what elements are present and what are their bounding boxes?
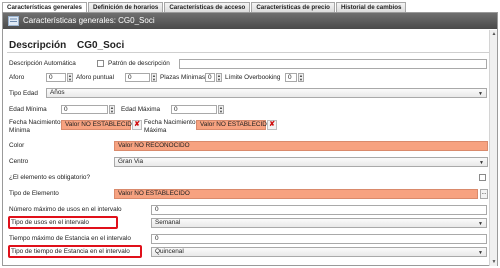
numero-maximo-usos-input[interactable]: 0 [151, 205, 487, 215]
fecha-nacimiento-minima-field[interactable]: Valor NO ESTABLECIDO [61, 120, 137, 130]
edad-maxima-spinner[interactable]: ▲ ▼ [218, 105, 224, 114]
edad-minima-input[interactable]: 0 [61, 105, 108, 114]
tipo-tiempo-value: Quincenal [155, 248, 184, 255]
plazas-minimas-label: Plazas Mínimas [160, 74, 206, 81]
fecha-nacimiento-minima-label: Fecha Nacimiento Mínima [9, 119, 61, 134]
obligatorio-label: ¿El elemento es obligatorio? [9, 174, 90, 181]
tipo-usos-label: Tipo de usos en el intervalo [11, 219, 89, 226]
tab-caracteristicas-acceso[interactable]: Características de acceso [164, 2, 251, 12]
tiempo-maximo-estancia-label: Tiempo máximo de Estancia en el interval… [9, 235, 131, 242]
panel-header: Características generales: CG0_Soci [3, 13, 497, 29]
fecha-nacimiento-maxima-field[interactable]: Valor NO ESTABLECIDO [196, 120, 272, 130]
tipo-elemento-field[interactable]: Valor NO ESTABLECIDO [114, 189, 478, 199]
aforo-puntual-label: Aforo puntual [76, 74, 115, 81]
aforo-label: Aforo [9, 74, 25, 81]
tipo-tiempo-label: Tipo de tiempo de Estancia en el interva… [11, 248, 130, 255]
chevron-down-icon: ▼ [479, 160, 484, 166]
description-value[interactable]: CG0_Soci [77, 40, 124, 51]
edad-minima-spinner[interactable]: ▲ ▼ [109, 105, 115, 114]
scroll-up-icon[interactable]: ▲ [491, 31, 497, 37]
color-label: Color [9, 142, 25, 149]
aforo-puntual-input[interactable]: 0 [125, 73, 150, 82]
browse-button[interactable]: ... [480, 189, 488, 199]
description-label: Descripción [9, 40, 67, 51]
panel-title: Características generales: CG0_Soci [23, 16, 155, 25]
edad-maxima-label: Edad Máxima [121, 106, 161, 113]
obligatorio-checkbox[interactable] [479, 174, 486, 181]
chevron-down-icon: ▼ [478, 221, 483, 227]
numero-maximo-usos-label: Número máximo de usos en el intervalo [9, 206, 122, 213]
chevron-down-icon: ▼ [478, 250, 483, 256]
clear-icon[interactable]: ✘ [267, 120, 277, 130]
aforo-input[interactable]: 0 [46, 73, 66, 82]
aforo-spinner[interactable]: ▲ ▼ [67, 73, 73, 82]
auto-description-label: Descripción Automática [9, 60, 76, 67]
clear-icon[interactable]: ✘ [132, 120, 142, 130]
tiempo-maximo-estancia-input[interactable]: 0 [151, 234, 487, 244]
edad-maxima-input[interactable]: 0 [171, 105, 217, 114]
chevron-down-icon: ▼ [478, 91, 483, 97]
tipo-edad-select[interactable]: Años ▼ [46, 88, 487, 98]
scroll-down-icon[interactable]: ▼ [491, 259, 497, 265]
tipo-tiempo-select[interactable]: Quincenal ▼ [151, 247, 487, 257]
centro-value: Gran Via [118, 158, 144, 165]
centro-label: Centro [9, 158, 29, 165]
plazas-minimas-input[interactable]: 0 [205, 73, 215, 82]
tipo-edad-label: Tipo Edad [9, 90, 38, 97]
pattern-label: Patrón de descripción [108, 60, 170, 67]
centro-select[interactable]: Gran Via ▼ [114, 157, 488, 167]
auto-description-checkbox[interactable] [97, 60, 104, 67]
tipo-edad-value: Años [50, 89, 65, 96]
aforo-puntual-spinner[interactable]: ▲ ▼ [151, 73, 157, 82]
plazas-minimas-spinner[interactable]: ▲ ▼ [216, 73, 222, 82]
tab-definicion-horarios[interactable]: Definición de horarios [87, 2, 164, 12]
vertical-scrollbar[interactable]: ▲ ▼ [489, 30, 497, 266]
limite-overbooking-label: Límite Overbooking [225, 74, 281, 81]
general-panel: Características generales: CG0_Soci Desc… [2, 12, 498, 266]
edad-minima-label: Edad Mínima [9, 106, 47, 113]
description-row: Descripción CG0_Soci [9, 40, 124, 51]
limite-overbooking-spinner[interactable]: ▲ ▼ [298, 73, 304, 82]
tipo-elemento-label: Tipo de Elemento [9, 190, 59, 197]
divider [7, 52, 495, 53]
tipo-usos-value: Semanal [155, 219, 181, 226]
limite-overbooking-input[interactable]: 0 [285, 73, 297, 82]
color-field[interactable]: Valor NO RECONOCIDO [114, 141, 488, 151]
tab-historial-cambios[interactable]: Historial de cambios [335, 2, 407, 12]
tipo-usos-select[interactable]: Semanal ▼ [151, 218, 487, 228]
form-icon [8, 16, 19, 26]
fecha-nacimiento-maxima-label: Fecha Nacimiento Máxima [144, 119, 196, 134]
tab-caracteristicas-precio[interactable]: Características de precio [251, 2, 335, 12]
pattern-input[interactable] [179, 59, 487, 69]
